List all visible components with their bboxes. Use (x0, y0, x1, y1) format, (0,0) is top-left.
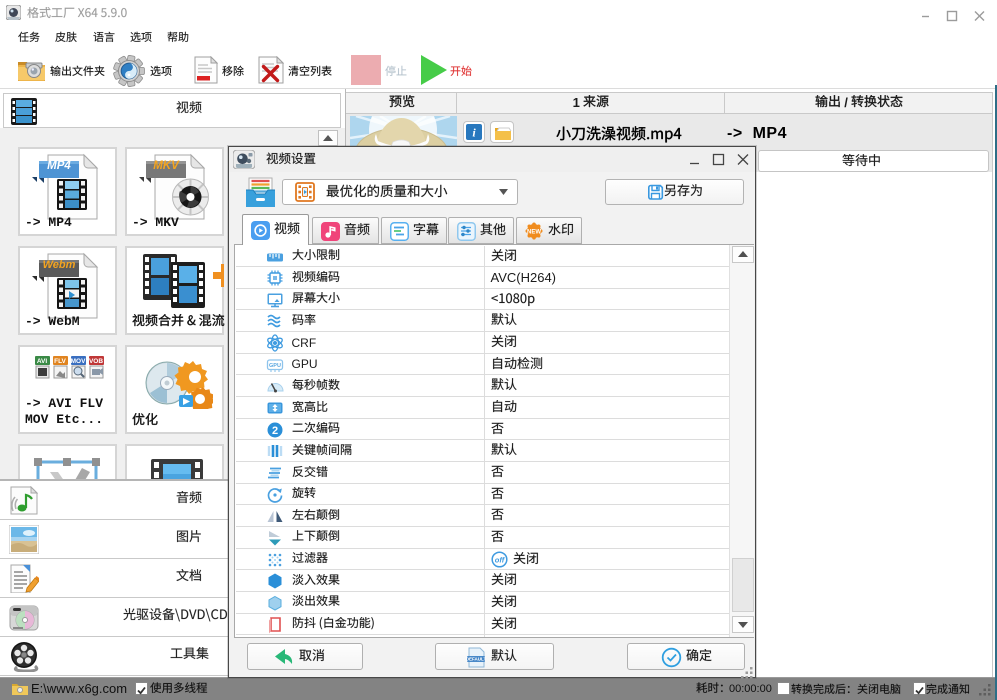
svg-text:MOV: MOV (71, 358, 86, 365)
svg-text:VOB: VOB (89, 358, 103, 365)
svg-text:off: off (494, 556, 505, 565)
svg-text:NEW: NEW (527, 229, 541, 235)
svg-text:DEFAULT: DEFAULT (466, 656, 486, 661)
svg-text:AVI: AVI (37, 358, 48, 365)
svg-text:GPU: GPU (269, 363, 281, 369)
svg-text:FLV: FLV (54, 358, 66, 365)
svg-text:2: 2 (272, 425, 278, 437)
